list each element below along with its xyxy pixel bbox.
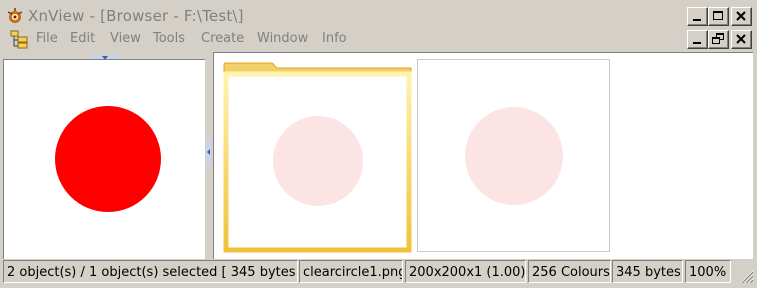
xnview-app-icon[interactable]	[6, 7, 24, 25]
menu-file[interactable]: File	[36, 31, 58, 46]
minimize-button[interactable]	[687, 7, 708, 26]
thumbnail-folder[interactable]	[223, 62, 413, 256]
close-icon	[736, 11, 746, 21]
document-window-icon[interactable]	[9, 29, 29, 49]
splitter-grip[interactable]	[206, 140, 211, 164]
menu-view[interactable]: View	[110, 31, 141, 46]
menu-create[interactable]: Create	[201, 31, 244, 46]
thumbnail-circle	[273, 116, 363, 206]
preview-pane	[3, 59, 205, 259]
minimize-icon	[693, 42, 701, 44]
menu-window[interactable]: Window	[257, 31, 308, 46]
close-button[interactable]	[731, 7, 752, 26]
thumbnail-circle	[465, 107, 563, 205]
window-title: XnView - [Browser - F:\Test\]	[28, 7, 244, 25]
child-close-button[interactable]	[731, 30, 752, 49]
menu-edit[interactable]: Edit	[70, 31, 95, 46]
status-filename: clearcircle1.png	[299, 260, 403, 283]
preview-red-circle	[55, 106, 161, 212]
preview-image	[55, 106, 161, 212]
thumbnail-image[interactable]	[417, 59, 610, 252]
status-colours: 256 Colours	[528, 260, 611, 283]
menu-tools[interactable]: Tools	[153, 31, 185, 46]
minimize-icon	[693, 19, 701, 21]
status-dimensions: 200x200x1 (1.00)	[405, 260, 526, 283]
close-icon	[736, 34, 746, 44]
menu-info[interactable]: Info	[322, 31, 347, 46]
child-restore-button[interactable]	[708, 30, 729, 49]
pane-collapse-grip[interactable]	[90, 51, 120, 62]
status-size: 345 bytes	[612, 260, 683, 283]
restore-icon	[712, 33, 724, 44]
maximize-icon	[713, 11, 723, 20]
file-browser-pane[interactable]	[213, 52, 753, 259]
child-minimize-button[interactable]	[687, 30, 708, 49]
status-selection: 2 object(s) / 1 object(s) selected [ 345…	[3, 260, 298, 283]
maximize-button[interactable]	[708, 7, 729, 26]
status-zoom: 100%	[685, 260, 731, 283]
resize-grip-icon[interactable]	[738, 268, 754, 287]
